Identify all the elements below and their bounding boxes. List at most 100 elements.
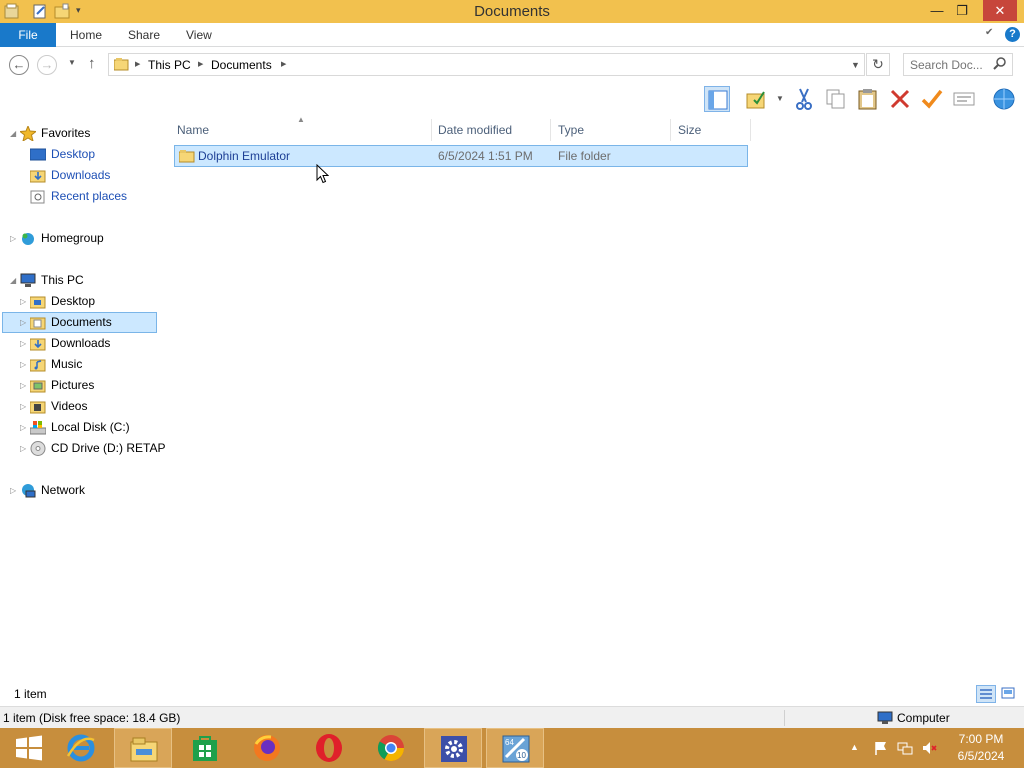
start-button[interactable] (0, 728, 58, 768)
search-icon[interactable] (992, 56, 1008, 72)
tab-file[interactable]: File (0, 23, 56, 47)
back-button[interactable]: ← (9, 55, 29, 75)
breadcrumb-this-pc[interactable]: This PC (148, 58, 191, 72)
videos-folder-icon (30, 401, 46, 414)
nav-pc-local-disk[interactable]: ▷ Local Disk (C:) (0, 417, 160, 438)
large-icons-view-icon (1001, 687, 1015, 699)
open-with-icon[interactable] (744, 86, 770, 112)
divider (784, 710, 785, 726)
nav-pc-pictures[interactable]: ▷ Pictures (0, 375, 160, 396)
column-header-type[interactable]: Type (551, 119, 671, 141)
taskbar-settings[interactable] (424, 728, 482, 768)
up-arrow-icon[interactable]: ↑ (88, 55, 96, 72)
navigation-pane: ◢ Favorites Desktop Downloads Recent pla… (0, 115, 165, 685)
desktop-folder-icon (30, 296, 46, 309)
nav-pc-desktop[interactable]: ▷ Desktop (0, 291, 160, 312)
show-hidden-icons-icon[interactable]: ▲ (850, 742, 866, 758)
nav-pc-downloads[interactable]: ▷ Downloads (0, 333, 160, 354)
column-header-name[interactable]: Name (170, 119, 432, 141)
pictures-folder-icon (30, 380, 46, 393)
taskbar-firefox[interactable] (238, 728, 296, 768)
window-title: Documents (474, 3, 550, 20)
nav-favorites[interactable]: ◢ Favorites (0, 123, 160, 144)
internet-explorer-icon (66, 734, 95, 762)
nav-pc-videos[interactable]: ▷ Videos (0, 396, 160, 417)
tab-home[interactable]: Home (70, 23, 102, 47)
address-dropdown-icon[interactable]: ▼ (851, 60, 860, 70)
nav-favorites-desktop[interactable]: Desktop (0, 144, 160, 165)
nav-pc-documents[interactable]: ▷ Documents (0, 312, 160, 333)
expand-icon[interactable]: ▷ (20, 375, 26, 396)
nav-homegroup[interactable]: ▷ Homegroup (0, 228, 160, 249)
network-globe-icon[interactable] (991, 86, 1017, 112)
properties-card-icon[interactable] (951, 86, 977, 112)
refresh-button[interactable]: ↻ (866, 53, 890, 76)
forward-button[interactable]: → (37, 55, 57, 75)
firefox-icon (254, 735, 280, 761)
tab-view[interactable]: View (186, 23, 212, 47)
details-view-button[interactable] (976, 685, 996, 703)
taskbar-file-explorer[interactable] (114, 728, 172, 768)
large-icons-view-button[interactable] (999, 685, 1019, 703)
nav-this-pc[interactable]: ◢ This PC (0, 270, 160, 291)
expand-icon[interactable]: ▷ (10, 480, 16, 501)
nav-network[interactable]: ▷ Network (0, 480, 160, 501)
tab-share[interactable]: Share (128, 23, 160, 47)
network-icon (22, 484, 36, 498)
paste-icon[interactable] (855, 86, 881, 112)
clock-time[interactable]: 7:00 PM (948, 732, 1014, 746)
search-input[interactable] (910, 58, 990, 72)
taskbar-store[interactable] (176, 728, 234, 768)
expand-icon[interactable]: ▷ (20, 438, 26, 459)
nav-pc-cd-drive[interactable]: ▷ CD Drive (D:) RETAP (0, 438, 165, 459)
command-toolbar: ▼ (700, 84, 1024, 114)
recent-locations-dropdown-icon[interactable]: ▼ (68, 58, 76, 67)
expand-ribbon-icon[interactable]: ✔ (985, 27, 993, 38)
volume-muted-icon[interactable] (921, 740, 937, 756)
collapse-icon[interactable]: ◢ (10, 123, 16, 144)
nav-favorites-downloads[interactable]: Downloads (0, 165, 160, 186)
delete-icon[interactable] (887, 86, 913, 112)
rename-check-icon[interactable] (919, 86, 945, 112)
restore-button[interactable]: ❐ (947, 0, 977, 21)
homegroup-icon (22, 233, 34, 245)
expand-icon[interactable]: ▷ (20, 417, 26, 438)
column-header-size[interactable]: Size (671, 119, 751, 141)
address-bar[interactable]: ▶ This PC ▶ Documents ▶ ▼ (108, 53, 865, 76)
music-folder-icon (30, 359, 46, 372)
network-status-icon[interactable] (897, 740, 913, 756)
opera-icon (316, 734, 342, 762)
open-dropdown-icon[interactable]: ▼ (776, 94, 784, 103)
expand-icon[interactable]: ▷ (20, 312, 26, 333)
gear-icon (441, 736, 467, 762)
layout-pane-icon[interactable] (704, 86, 730, 112)
column-header-date-modified[interactable]: Date modified (431, 119, 551, 141)
taskbar-opera[interactable] (300, 728, 358, 768)
expand-icon[interactable]: ▷ (20, 291, 26, 312)
expand-icon[interactable]: ▷ (20, 396, 26, 417)
taskbar-dolphin-x64[interactable]: 64 10 (486, 728, 544, 768)
close-button[interactable]: ✕ (983, 0, 1017, 21)
expand-icon[interactable]: ▷ (20, 333, 26, 354)
clock-date[interactable]: 6/5/2024 (948, 749, 1014, 763)
collapse-icon[interactable]: ◢ (10, 270, 16, 291)
cut-icon[interactable] (791, 86, 817, 112)
expand-icon[interactable]: ▷ (20, 354, 26, 375)
nav-pc-music[interactable]: ▷ Music (0, 354, 160, 375)
copy-icon[interactable] (823, 86, 849, 112)
location-zone: Computer (897, 711, 950, 725)
computer-icon (20, 273, 36, 287)
taskbar-chrome[interactable] (362, 728, 420, 768)
breadcrumb-documents[interactable]: Documents (211, 58, 272, 72)
expand-icon[interactable]: ▷ (10, 228, 16, 249)
taskbar-internet-explorer[interactable] (52, 728, 110, 768)
action-center-flag-icon[interactable] (873, 740, 889, 756)
nav-favorites-recent[interactable]: Recent places (0, 186, 160, 207)
help-icon[interactable]: ? (1005, 27, 1020, 42)
details-view-icon (980, 689, 992, 699)
navigation-bar: ← → ▼ ↑ ▶ This PC ▶ Documents ▶ ▼ ↻ (0, 48, 1024, 83)
hard-drive-icon (30, 421, 46, 435)
star-icon (20, 126, 36, 141)
downloads-folder-icon (30, 338, 46, 351)
table-row[interactable]: Dolphin Emulator 6/5/2024 1:51 PM File f… (174, 145, 748, 167)
